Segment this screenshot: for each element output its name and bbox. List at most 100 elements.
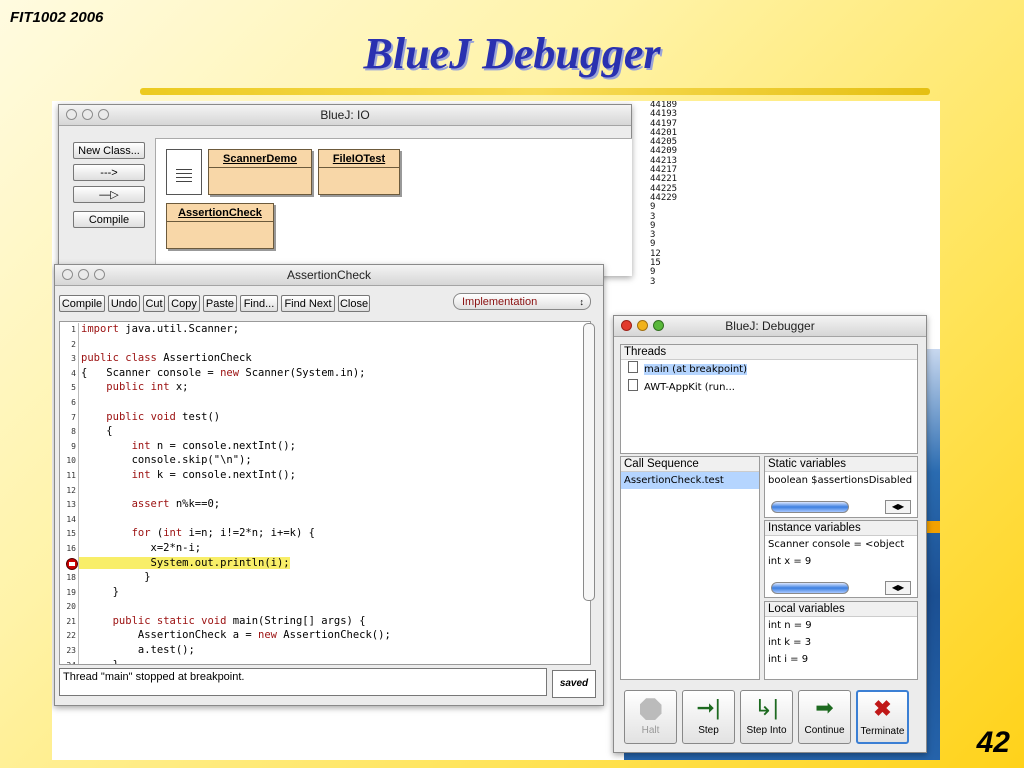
terminal-line: 9 [650,267,656,278]
toolbar-button-close[interactable]: Close [338,295,370,312]
code-text: } [81,571,151,584]
local-variable[interactable]: int i = 9 [765,651,917,668]
project-titlebar: BlueJ: IO [59,105,631,126]
dependency-arrow-button[interactable]: ---> [73,164,145,181]
editor-toolbar: Compile Undo Cut Copy Paste Find... Find Next C… [59,295,459,313]
class-box-fileiotest[interactable]: FileIOTest [318,149,400,195]
terminal-line: 44217 [650,165,678,176]
code-text: console.skip("\n"); [81,454,252,467]
terminal-line: 15 [650,258,661,269]
minimize-icon[interactable] [82,109,93,120]
class-name: AssertionCheck [167,204,273,222]
horizontal-scrollbar[interactable] [771,501,849,513]
thread-item[interactable]: main (at breakpoint) [621,360,917,378]
terminal-line: 44225 [650,183,678,194]
code-line: 23 a.test(); [60,643,590,659]
halt-button: Halt [624,690,677,744]
code-text: for (int i=n; i!=2*n; i+=k) { [131,527,315,540]
close-icon[interactable] [62,269,73,280]
class-box-scannerdemo[interactable]: ScannerDemo [208,149,312,195]
instance-variables-pane: Instance variables Scanner console = <ob… [764,520,918,598]
local-variable[interactable]: int k = 3 [765,634,917,651]
terminal-line: 44205 [650,137,678,148]
saved-text: saved [559,678,589,689]
debugger-window: BlueJ: Debugger Threads main (at breakpo… [613,315,927,753]
local-variables-pane: Local variables int n = 9 int k = 3 int … [764,601,918,680]
compile-button[interactable]: Compile [73,211,145,228]
step-into-icon: ↳| [754,695,779,720]
code-text: { Scanner console = new Scanner(System.i… [81,366,366,379]
terminal-line: 9 [650,239,656,250]
toolbar-button-undo[interactable]: Undo [108,295,140,312]
terminal-line: 44193 [650,109,678,120]
code-text: } [81,658,119,665]
readme-icon[interactable] [166,149,202,195]
zoom-icon[interactable] [94,269,105,280]
editor-scrollbar[interactable] [583,323,595,601]
line-number: 21 [60,614,79,630]
code-line: 22 AssertionCheck a = new AssertionCheck… [60,628,590,645]
toolbar-button-find[interactable]: Find... [240,295,278,312]
code-line: 6 [60,395,590,411]
horizontal-scrollbar[interactable] [771,582,849,594]
terminate-button[interactable]: ✖ Terminate [856,690,909,744]
instance-variable[interactable]: Scanner console = <object [765,536,917,553]
continue-button[interactable]: ➡ Continue [798,690,851,744]
close-icon[interactable] [621,320,632,331]
code-text: AssertionCheck a = new AssertionCheck(); [81,629,391,642]
class-diagram: ScannerDemo FileIOTest AssertionCheck [155,138,632,276]
terminal-line: 9 [650,220,656,231]
editor-window: AssertionCheck Compile Undo Cut Copy Paste Fi… [54,264,604,706]
code-editor[interactable]: 1 import java.util.Scanner; 2 3 public class… [59,321,591,665]
local-variable[interactable]: int n = 9 [765,617,917,634]
minimize-icon[interactable] [637,320,648,331]
inheritance-arrow-button[interactable]: —▷ [73,186,145,203]
code-line: 4{ Scanner console = new Scanner(System.… [60,366,590,382]
debugger-title: BlueJ: Debugger [725,319,815,333]
line-number: 14 [60,512,79,528]
code-text: assert n%k==0; [131,498,221,511]
code-line: 19 } [60,585,590,601]
terminal-line: 44201 [650,127,678,138]
line-number: 16 [60,541,79,557]
thread-item[interactable]: AWT-AppKit (run... [621,378,917,396]
code-line: 14 [60,512,590,528]
instance-variable[interactable]: int x = 9 [765,553,917,570]
scroll-arrows-icon[interactable]: ◀▶ [885,581,911,595]
status-text: Thread "main" stopped at breakpoint. [63,671,245,683]
code-text: } [81,585,119,598]
new-class-button[interactable]: New Class... [73,142,145,159]
minimize-icon[interactable] [78,269,89,280]
terminal-line: 3 [650,230,656,241]
instance-variables-header: Instance variables [765,521,917,536]
toolbar-button-copy[interactable]: Copy [168,295,200,312]
close-icon[interactable] [66,109,77,120]
scroll-arrows-icon[interactable]: ◀▶ [885,500,911,514]
code-line: 21 public static void main(String[] args… [60,614,590,630]
zoom-icon[interactable] [653,320,664,331]
debugger-titlebar: BlueJ: Debugger [614,316,926,337]
editor-title: AssertionCheck [286,268,372,282]
call-sequence-item[interactable]: AssertionCheck.test [621,472,759,489]
code-text: public static void main(String[] args) { [112,614,366,627]
breakpoint-icon[interactable] [66,557,78,570]
toolbar-button-compile[interactable]: Compile [59,295,105,312]
toolbar-button-cut[interactable]: Cut [143,295,165,312]
static-variable[interactable]: boolean $assertionsDisabled [765,472,917,489]
zoom-icon[interactable] [98,109,109,120]
code-line: 20 [60,599,590,615]
code-text: { [81,425,113,438]
view-select-value: Implementation [462,296,538,308]
class-name: FileIOTest [319,150,399,168]
step-button[interactable]: ➞| Step [682,690,735,744]
class-box-assertioncheck[interactable]: AssertionCheck [166,203,274,249]
toolbar-button-paste[interactable]: Paste [203,295,237,312]
terminal-line: 3 [650,211,656,222]
line-number: 4 [60,366,79,382]
step-into-button[interactable]: ↳| Step Into [740,690,793,744]
view-select[interactable]: Implementation ↕ [453,293,591,310]
toolbar-button-find-next[interactable]: Find Next [281,295,335,312]
threads-pane: Threads main (at breakpoint) AWT-AppKit … [620,344,918,454]
